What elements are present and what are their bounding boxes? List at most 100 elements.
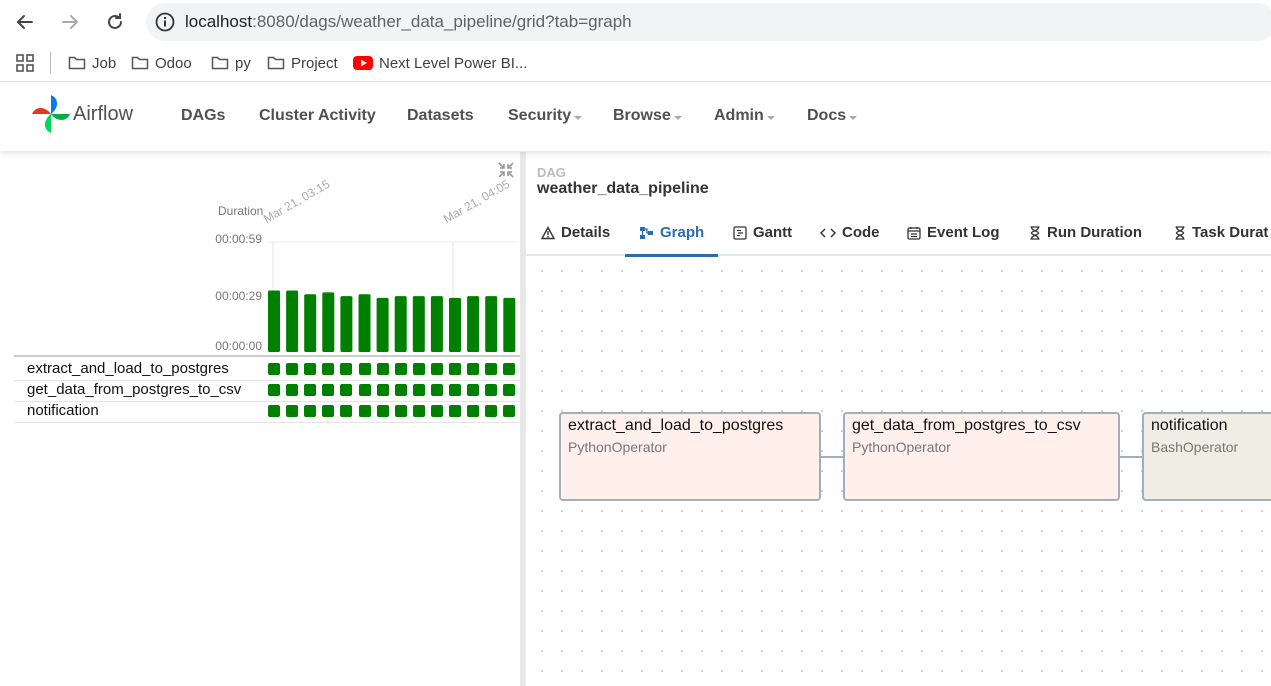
task-instance-status[interactable] bbox=[376, 405, 389, 417]
task-instance-status[interactable] bbox=[412, 405, 425, 417]
task-instance-status[interactable] bbox=[449, 384, 461, 396]
task-instance-status[interactable] bbox=[467, 384, 480, 396]
site-info-icon[interactable] bbox=[154, 11, 176, 33]
task-instance-status[interactable] bbox=[304, 405, 317, 417]
task-instance-status[interactable] bbox=[286, 405, 299, 417]
collapse-icon[interactable] bbox=[497, 161, 515, 179]
task-instance-status[interactable] bbox=[322, 363, 335, 375]
duration-bar[interactable] bbox=[376, 297, 389, 352]
task-instance-status[interactable] bbox=[376, 384, 389, 396]
airflow-brand[interactable]: Airflow bbox=[73, 103, 133, 126]
task-instance-status[interactable] bbox=[286, 363, 299, 375]
duration-bar[interactable] bbox=[268, 290, 280, 352]
duration-bar[interactable] bbox=[286, 290, 299, 352]
task-instance-status[interactable] bbox=[430, 405, 443, 417]
task-instance-status[interactable] bbox=[485, 405, 498, 417]
task-instance-status[interactable] bbox=[358, 363, 371, 375]
graph-canvas[interactable]: extract_and_load_to_postgres PythonOpera… bbox=[526, 257, 1271, 686]
duration-bar[interactable] bbox=[485, 296, 498, 352]
duration-bar[interactable] bbox=[358, 294, 371, 352]
duration-bar[interactable] bbox=[304, 294, 317, 352]
duration-bar[interactable] bbox=[449, 297, 461, 352]
duration-bar[interactable] bbox=[394, 296, 407, 352]
address-bar[interactable]: localhost:8080/dags/weather_data_pipelin… bbox=[146, 3, 1271, 41]
nav-admin[interactable]: Admin bbox=[714, 107, 775, 125]
task-instance-status[interactable] bbox=[304, 384, 317, 396]
task-row-name[interactable]: extract_and_load_to_postgres bbox=[27, 360, 229, 377]
nav-browse[interactable]: Browse bbox=[613, 107, 682, 125]
task-instance-status[interactable] bbox=[340, 363, 353, 375]
graph-node-extract-and-load[interactable]: extract_and_load_to_postgres PythonOpera… bbox=[559, 412, 821, 501]
task-instance-status[interactable] bbox=[449, 363, 461, 375]
graph-node-get-data-to-csv[interactable]: get_data_from_postgres_to_csv PythonOper… bbox=[843, 412, 1120, 501]
task-instance-status[interactable] bbox=[449, 405, 461, 417]
airflow-logo-icon[interactable] bbox=[30, 93, 72, 135]
bookmark-py[interactable]: py bbox=[211, 53, 251, 73]
duration-bar[interactable] bbox=[412, 296, 425, 352]
tab-run-duration[interactable]: Run Duration bbox=[1029, 224, 1142, 241]
bookmark-project[interactable]: Project bbox=[267, 53, 338, 73]
task-instance-status[interactable] bbox=[268, 405, 280, 417]
tab-label: Details bbox=[561, 224, 611, 241]
task-instance-status[interactable] bbox=[503, 363, 516, 375]
tab-details[interactable]: Details bbox=[541, 224, 610, 241]
task-instance-status[interactable] bbox=[485, 384, 498, 396]
task-instance-status[interactable] bbox=[394, 363, 407, 375]
nav-datasets[interactable]: Datasets bbox=[407, 107, 474, 125]
task-instance-status[interactable] bbox=[358, 405, 371, 417]
task-instance-status[interactable] bbox=[430, 363, 443, 375]
task-row-name[interactable]: notification bbox=[27, 402, 99, 419]
tab-graph[interactable]: Graph bbox=[639, 224, 704, 241]
tab-event-log[interactable]: Event Log bbox=[907, 224, 1000, 241]
task-instance-status[interactable] bbox=[358, 384, 371, 396]
tab-gantt[interactable]: Gantt bbox=[733, 224, 792, 241]
duration-bar[interactable] bbox=[322, 292, 335, 352]
dag-title[interactable]: weather_data_pipeline bbox=[537, 180, 709, 198]
task-instance-status[interactable] bbox=[430, 384, 443, 396]
duration-bar[interactable] bbox=[503, 297, 516, 352]
task-instance-status[interactable] bbox=[304, 363, 317, 375]
nav-security[interactable]: Security bbox=[508, 107, 583, 125]
task-instance-status[interactable] bbox=[394, 384, 407, 396]
nav-dags[interactable]: DAGs bbox=[181, 107, 225, 125]
bookmark-job[interactable]: Job bbox=[68, 53, 116, 73]
reload-button[interactable] bbox=[101, 8, 129, 36]
dag-detail-panel: DAG weather_data_pipeline Details Graph … bbox=[526, 152, 1271, 686]
address-url[interactable]: localhost:8080/dags/weather_data_pipelin… bbox=[185, 12, 632, 32]
bookmark-odoo[interactable]: Odoo bbox=[131, 53, 192, 73]
folder-icon bbox=[211, 56, 229, 70]
task-instance-status[interactable] bbox=[268, 384, 280, 396]
task-instance-status[interactable] bbox=[340, 405, 353, 417]
task-instance-status[interactable] bbox=[322, 405, 335, 417]
task-instance-status[interactable] bbox=[467, 363, 480, 375]
back-arrow-icon bbox=[16, 15, 33, 29]
task-instance-status[interactable] bbox=[268, 363, 280, 375]
duration-bar[interactable] bbox=[430, 296, 443, 352]
folder-icon bbox=[131, 56, 149, 70]
task-instance-status[interactable] bbox=[286, 384, 299, 396]
back-button[interactable] bbox=[11, 8, 39, 36]
apps-grid-icon[interactable] bbox=[15, 53, 35, 73]
forward-button[interactable] bbox=[56, 8, 84, 36]
nav-docs[interactable]: Docs bbox=[807, 107, 858, 125]
task-instance-status[interactable] bbox=[412, 384, 425, 396]
dag-label: DAG bbox=[537, 165, 566, 180]
graph-node-notification[interactable]: notification BashOperator bbox=[1142, 412, 1271, 501]
task-instance-status[interactable] bbox=[376, 363, 389, 375]
task-instance-status[interactable] bbox=[485, 363, 498, 375]
task-row-name[interactable]: get_data_from_postgres_to_csv bbox=[27, 381, 241, 398]
task-instance-status[interactable] bbox=[394, 405, 407, 417]
bookmark-youtube[interactable]: Next Level Power BI... bbox=[353, 53, 527, 73]
task-instance-status[interactable] bbox=[503, 384, 516, 396]
task-instance-status[interactable] bbox=[322, 384, 335, 396]
task-instance-status[interactable] bbox=[467, 405, 480, 417]
tab-task-duration[interactable]: Task Durat bbox=[1174, 224, 1268, 241]
duration-bar[interactable] bbox=[340, 296, 353, 352]
task-instance-status[interactable] bbox=[340, 384, 353, 396]
tab-label: Task Durat bbox=[1192, 224, 1269, 241]
task-instance-status[interactable] bbox=[412, 363, 425, 375]
duration-bar[interactable] bbox=[467, 296, 480, 352]
task-instance-status[interactable] bbox=[503, 405, 516, 417]
nav-cluster-activity[interactable]: Cluster Activity bbox=[259, 107, 376, 125]
tab-code[interactable]: Code bbox=[820, 224, 880, 241]
